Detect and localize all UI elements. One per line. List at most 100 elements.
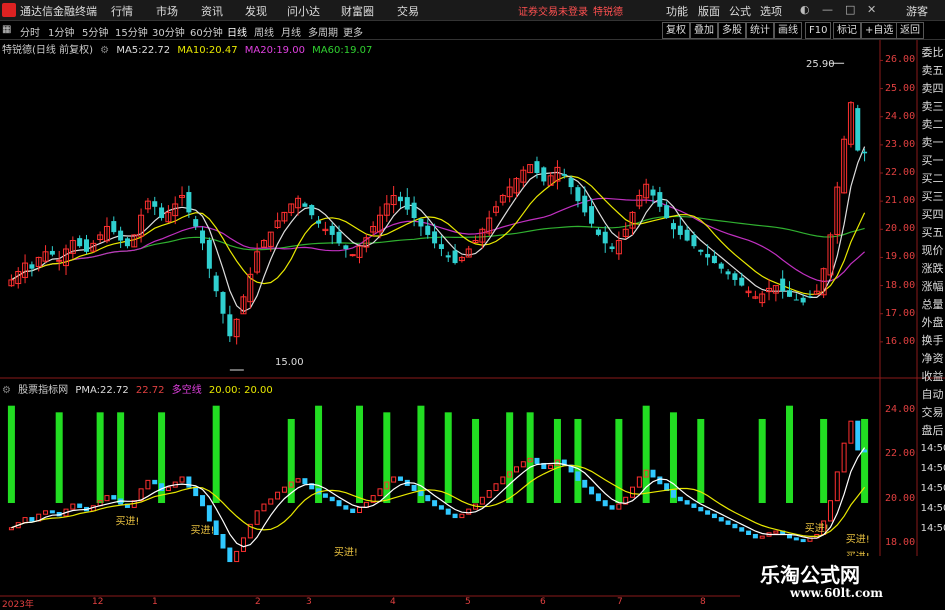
main-y-tick: 23.00: [885, 138, 916, 150]
quote-field-label: 买二: [921, 172, 944, 185]
huaxian-button[interactable]: 画线: [774, 22, 802, 39]
candle-body: [793, 299, 799, 301]
candle-body: [725, 271, 731, 275]
candle-body: [862, 151, 868, 154]
menu-shichang[interactable]: 市场: [156, 3, 178, 19]
sub-candle: [322, 493, 328, 498]
f10-button[interactable]: F10: [805, 22, 832, 39]
tool-menu-icon[interactable]: ▦: [2, 24, 11, 35]
sub-candle: [268, 498, 274, 505]
menu-jiaoyi[interactable]: 交易: [397, 3, 419, 19]
sub-candle: [49, 510, 55, 514]
period-30min[interactable]: 30分钟: [152, 24, 185, 39]
signal-bar: [356, 405, 364, 504]
sub-candle: [739, 527, 745, 532]
panel-tab-label[interactable]: 自动: [920, 386, 945, 404]
period-more[interactable]: 更多: [343, 24, 363, 39]
sub-candle: [29, 517, 35, 522]
sub-candle: [261, 503, 267, 512]
candle-body: [609, 246, 615, 249]
settings-icon[interactable]: ⚙: [100, 45, 109, 56]
sub-candle: [8, 527, 14, 531]
sub-candle: [746, 530, 752, 535]
fuquan-button[interactable]: 复权: [662, 22, 690, 39]
tick-time: 14:50: [920, 523, 945, 534]
sub-value-3: 20.00: [208, 385, 238, 396]
sub-candle: [548, 464, 554, 470]
menu-wenxiaoda[interactable]: 问小达: [287, 3, 320, 19]
sub-candle: [602, 500, 608, 507]
kline-chart-svg[interactable]: 买进!买进!买进!买进!买进!买进!: [0, 40, 945, 609]
diejia-button[interactable]: 叠加: [690, 22, 718, 39]
candle-body: [718, 263, 724, 269]
tick-time: 14:50: [920, 443, 945, 454]
main-chart-info: 特锐德(日线 前复权) ⚙ MA5:22.72 MA10:20.47 MA20:…: [2, 41, 376, 56]
buy-signal-label: 买进!: [191, 525, 215, 537]
sub-candle: [295, 478, 301, 483]
menu-banmian[interactable]: 版面: [698, 3, 720, 19]
menu-faxian[interactable]: 发现: [245, 3, 267, 19]
candle-body: [56, 259, 63, 262]
candle-body: [404, 197, 410, 210]
sub-candle: [220, 533, 226, 549]
menu-caifuquan[interactable]: 财富圈: [341, 3, 374, 19]
top-menubar: 通达信金融终端 行情 市场 资讯 发现 问小达 财富圈 交易 证券交易未登录 特…: [0, 0, 945, 21]
sub-candle: [677, 496, 683, 502]
sub-chart-info: ⚙ 股票指标网 PMA:22.72 22.72 多空线 20.00: 20.00: [2, 381, 277, 396]
sub-y-tick: 22.00: [885, 448, 916, 460]
signal-bar: [383, 412, 391, 504]
period-5min[interactable]: 5分钟: [82, 24, 108, 39]
period-monthly[interactable]: 月线: [281, 24, 301, 39]
candle-body: [575, 187, 581, 202]
sub-candle: [855, 420, 861, 451]
panel-tab-label[interactable]: 交易: [920, 404, 945, 422]
menu-zixun[interactable]: 资讯: [201, 3, 223, 19]
skin-icon[interactable]: ◐: [800, 3, 810, 16]
period-weekly[interactable]: 周线: [254, 24, 274, 39]
period-15min[interactable]: 15分钟: [115, 24, 148, 39]
menu-gongneng[interactable]: 功能: [666, 3, 688, 19]
sub-candle: [281, 486, 287, 493]
main-y-tick: 20.00: [885, 223, 916, 235]
tongji-button[interactable]: 统计: [746, 22, 774, 39]
maximize-icon[interactable]: □: [845, 3, 855, 16]
sub-candle: [595, 493, 601, 502]
candle-body: [302, 203, 308, 207]
duogu-button[interactable]: 多股: [718, 22, 746, 39]
candle-body: [349, 254, 356, 257]
minimize-icon[interactable]: —: [822, 3, 833, 16]
sub-candle: [773, 530, 779, 534]
candle-body: [77, 238, 83, 247]
add-watchlist-button[interactable]: +自选: [861, 22, 898, 39]
back-button[interactable]: 返回: [896, 22, 924, 39]
period-multi[interactable]: 多周期: [308, 24, 338, 39]
candle-body: [541, 167, 547, 182]
candle-body: [650, 189, 656, 196]
menu-xuanxiang[interactable]: 选项: [760, 3, 782, 19]
panel-tab-label[interactable]: 盘后: [920, 422, 945, 440]
candle-body: [568, 178, 574, 188]
biaoji-button[interactable]: 标记: [833, 22, 861, 39]
period-60min[interactable]: 60分钟: [190, 24, 223, 39]
main-y-tick: 24.00: [885, 110, 916, 122]
period-fenshi[interactable]: 分时: [20, 24, 40, 39]
period-daily[interactable]: 日线: [227, 24, 247, 39]
stock-title[interactable]: 特锐德(日线 前复权): [2, 45, 93, 56]
close-icon[interactable]: ✕: [867, 3, 876, 16]
tick-time: 14:50: [920, 463, 945, 474]
sub-candle: [165, 486, 171, 492]
guest-label[interactable]: 游客: [906, 3, 928, 19]
indicator-gear-icon[interactable]: ⚙: [2, 385, 11, 396]
quote-field-label: 买三: [921, 190, 944, 203]
login-notice[interactable]: 证券交易未登录: [518, 3, 588, 18]
indicator-name[interactable]: 股票指标网: [18, 385, 68, 396]
menu-hangqing[interactable]: 行情: [111, 3, 133, 19]
candle-body: [732, 273, 738, 280]
menu-gongshi[interactable]: 公式: [729, 3, 751, 19]
candle-body: [438, 244, 444, 249]
pma-label: PMA:: [75, 385, 101, 396]
period-1min[interactable]: 1分钟: [48, 24, 74, 39]
watermark-url: www.60lt.com: [790, 586, 883, 600]
sub-candle: [732, 523, 738, 529]
sub-candle: [336, 500, 342, 507]
